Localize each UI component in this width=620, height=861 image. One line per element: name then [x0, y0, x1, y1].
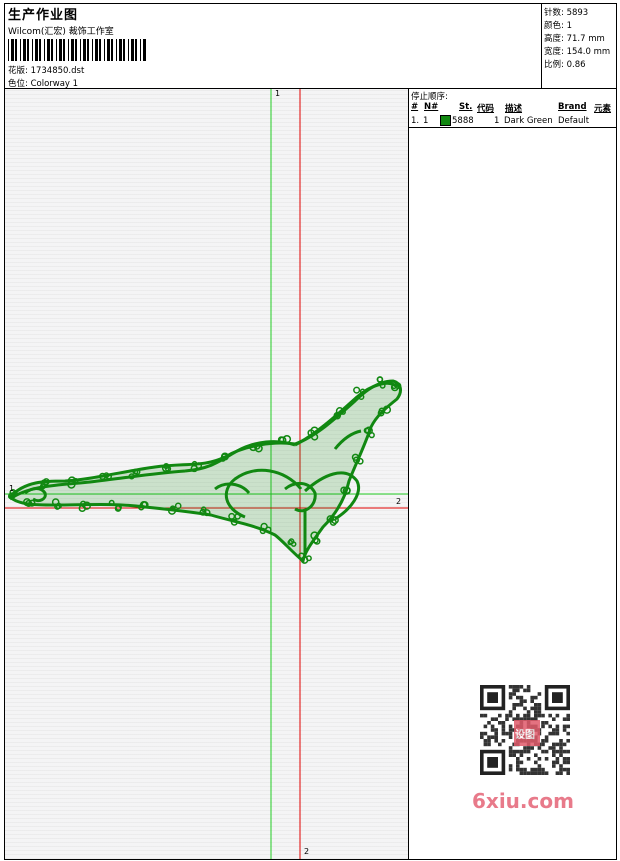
row-code: 1: [494, 116, 500, 126]
stop-sequence-title: 停止顺序:: [411, 92, 448, 102]
col-n: N#: [424, 102, 439, 112]
guide-label-left: 1: [9, 484, 15, 493]
stat-height: 高度: 71.7 mm: [544, 34, 605, 44]
stat-stitches: 针数: 5893: [544, 8, 589, 18]
guide-label-right: 2: [396, 497, 402, 506]
stat-colors: 颜色: 1: [544, 21, 572, 31]
row-desc: Dark Green: [504, 116, 553, 126]
row-brand: Default: [558, 116, 590, 126]
seal-text: 设图: [515, 730, 535, 741]
stat-width: 宽度: 154.0 mm: [544, 47, 611, 57]
col-desc: 描述: [505, 104, 523, 114]
guide-label-top: 1: [275, 89, 281, 98]
design-canvas[interactable]: 1 2 2 1: [5, 89, 408, 859]
guide-label-bottom: 2: [304, 847, 310, 856]
stats-box: 针数: 5893 颜色: 1 高度: 71.7 mm 宽度: 154.0 mm …: [541, 4, 617, 88]
row-n: 1: [423, 116, 429, 126]
watermark-text: 6xiu.com: [472, 789, 574, 813]
col-brand: Brand: [558, 102, 587, 112]
barcode-image: [8, 39, 146, 61]
header-info: 生产作业图 Wilcom(汇宏) 裁饰工作室 花版: 1734850.dst 色…: [5, 4, 540, 89]
watermark-seal: 设图: [514, 720, 540, 746]
thread-color-swatch: [440, 115, 451, 126]
page-title: 生产作业图: [8, 8, 79, 23]
design-label: 花版:: [8, 66, 28, 76]
col-hash: #: [411, 102, 419, 112]
row-index: 1.: [411, 116, 420, 126]
stat-scale: 比例: 0.86: [544, 60, 586, 70]
design-line: 花版: 1734850.dst: [8, 64, 84, 76]
col-element: 元素: [594, 104, 612, 114]
embroidery-preview: [5, 89, 408, 859]
col-st: St.: [459, 102, 473, 112]
row-stitches: 5888: [452, 116, 474, 126]
col-code: 代码: [477, 104, 495, 114]
company-name: Wilcom(汇宏) 裁饰工作室: [8, 27, 114, 37]
design-value: 1734850.dst: [30, 66, 85, 76]
stop-sequence-header: 停止顺序: # N# St. 代码 描述 Brand 元素 1. 1 5888 …: [409, 89, 617, 128]
